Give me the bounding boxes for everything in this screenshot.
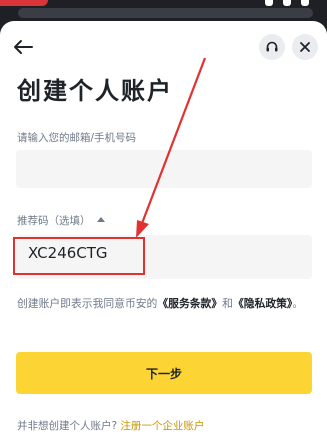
- close-button[interactable]: [292, 34, 318, 60]
- terms-suffix: 。: [292, 297, 304, 310]
- headset-icon: [266, 41, 278, 52]
- email-field[interactable]: [16, 150, 312, 188]
- arrow-left-icon[interactable]: [12, 39, 34, 55]
- terms-prefix: 创建账户即表示我同意币安的: [17, 297, 158, 310]
- signup-sheet: 创建个人账户 请输入您的邮箱/手机号码 推荐码（选填） XC246CTG 创建账…: [0, 21, 327, 443]
- status-icons: [265, 0, 309, 6]
- referral-label: 推荐码（选填）: [17, 215, 91, 227]
- background-app-bar: [18, 8, 313, 18]
- privacy-policy-link[interactable]: 《隐私政策》: [233, 297, 292, 310]
- page-title: 创建个人账户: [17, 77, 173, 105]
- annotation-highlight-box: [13, 237, 145, 275]
- status-indicator: [0, 0, 48, 6]
- service-terms-link[interactable]: 《服务条款》: [157, 297, 222, 310]
- footer-question: 并非想创建个人账户?: [17, 420, 118, 432]
- close-icon: [300, 42, 310, 52]
- referral-toggle[interactable]: 推荐码（选填）: [17, 213, 105, 228]
- terms-middle: 和: [222, 297, 233, 310]
- support-button[interactable]: [259, 34, 285, 60]
- next-button[interactable]: 下一步: [16, 352, 312, 394]
- footer-text: 并非想创建个人账户? 注册一个企业账户: [17, 418, 204, 433]
- business-account-link[interactable]: 注册一个企业账户: [120, 420, 204, 432]
- caret-up-icon: [96, 217, 105, 222]
- terms-text: 创建账户即表示我同意币安的《服务条款》和《隐私政策》。: [17, 294, 313, 314]
- email-label: 请输入您的邮箱/手机号码: [17, 132, 137, 144]
